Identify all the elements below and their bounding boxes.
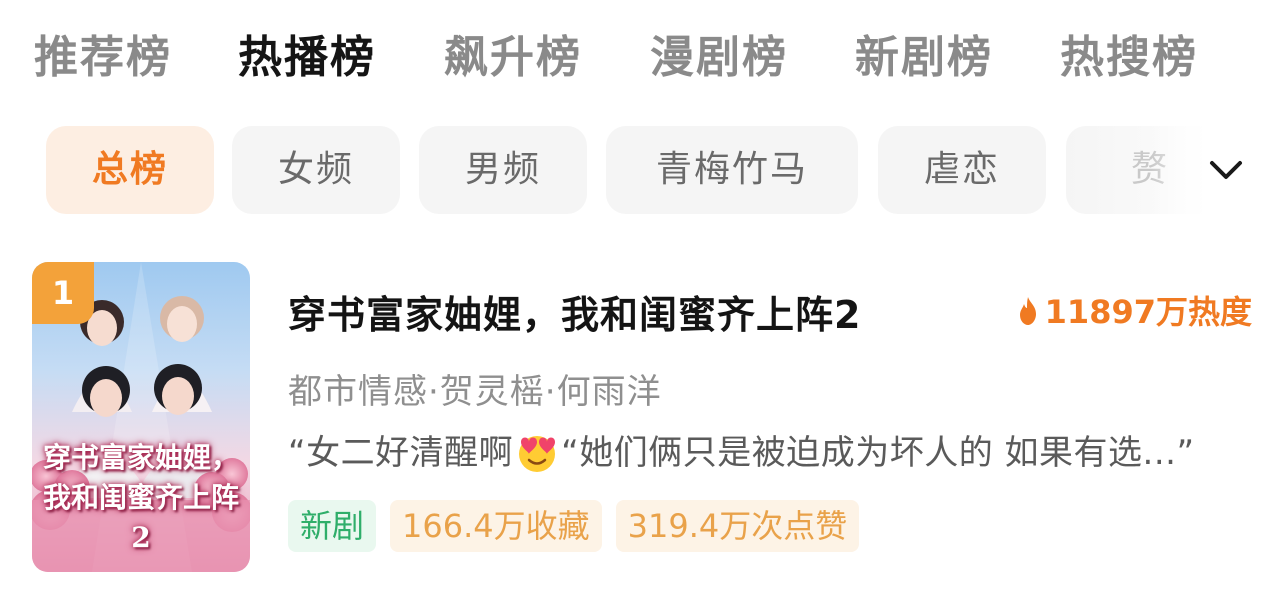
- chip-overall[interactable]: 总榜: [46, 126, 214, 214]
- tab-new-drama[interactable]: 新剧榜: [855, 26, 993, 90]
- tab-hot-playing[interactable]: 热播榜: [238, 26, 376, 90]
- new-drama-tag: 新剧: [288, 500, 377, 552]
- drama-meta: 都市情感·贺灵榣·何雨洋: [288, 372, 662, 412]
- flame-icon: [1019, 297, 1036, 325]
- favorites-count-tag: 166.4万收藏: [390, 500, 602, 552]
- heat-score: 11897万热度: [1017, 288, 1252, 336]
- expand-categories-button[interactable]: [1204, 148, 1248, 192]
- chip-childhood-sweethearts[interactable]: 青梅竹马: [606, 126, 858, 214]
- chevron-down-icon: [1210, 161, 1242, 179]
- ranking-tabs: 推荐榜 热播榜 飙升榜 漫剧榜 新剧榜 热搜榜: [0, 0, 1284, 120]
- tab-rising[interactable]: 飙升榜: [444, 26, 582, 90]
- featured-comment: “女二好清醒啊 “她们俩只是被迫成为坏人的 如果有选...”: [288, 428, 1195, 478]
- ranking-list-item[interactable]: 1 穿书富家妯娌， 我和闺蜜齐上阵2 穿书富家妯娌，我和闺蜜齐上阵2 11897…: [32, 262, 1262, 574]
- drama-tags: 新剧 166.4万收藏 319.4万次点赞: [288, 500, 873, 554]
- cover-title-line-1: 穿书富家妯娌，: [42, 441, 239, 474]
- chip-female[interactable]: 女频: [232, 126, 400, 214]
- category-chips: 总榜 女频 男频 青梅竹马 虐恋 赘: [0, 126, 1284, 214]
- drama-title[interactable]: 穿书富家妯娌，我和闺蜜齐上阵2: [288, 284, 861, 339]
- cover-title: 穿书富家妯娌， 我和闺蜜齐上阵2: [40, 438, 242, 558]
- chip-angst-romance[interactable]: 虐恋: [878, 126, 1046, 214]
- likes-count-tag: 319.4万次点赞: [615, 500, 860, 552]
- cover-title-line-2: 我和闺蜜齐上阵2: [42, 481, 239, 554]
- rank-badge: 1: [32, 262, 94, 324]
- tab-comic-drama[interactable]: 漫剧榜: [650, 26, 788, 90]
- comment-text-end: “她们俩只是被迫成为坏人的 如果有选...”: [561, 433, 1195, 473]
- chip-male[interactable]: 男频: [419, 126, 587, 214]
- heat-value: 11897万热度: [1044, 293, 1252, 331]
- tab-recommended[interactable]: 推荐榜: [34, 26, 172, 90]
- heart-eyes-emoji: [519, 435, 556, 472]
- drama-cover[interactable]: 1 穿书富家妯娌， 我和闺蜜齐上阵2: [32, 262, 250, 572]
- tab-hot-search[interactable]: 热搜榜: [1060, 26, 1198, 90]
- comment-text-start: “女二好清醒啊: [288, 433, 514, 473]
